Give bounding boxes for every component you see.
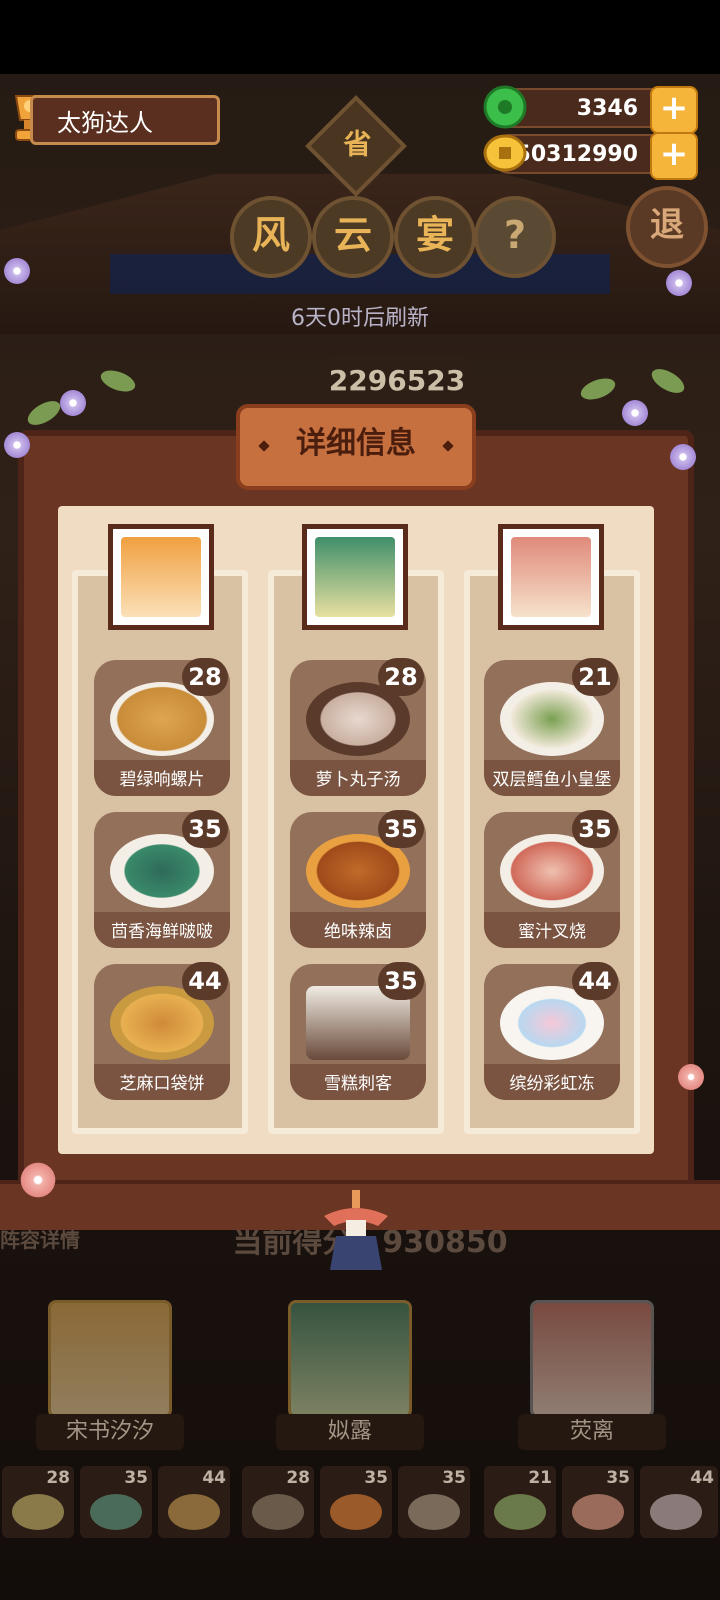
title-char-2: 云	[312, 196, 394, 278]
dish-name: 缤纷彩虹冻	[509, 1074, 595, 1094]
dish-name: 茴香海鲜啵啵	[111, 922, 213, 942]
jade-counter: 3346 +	[483, 85, 698, 134]
dish-card[interactable]: 蜜汁叉烧 35	[484, 810, 620, 948]
dish-slot[interactable]: 35	[562, 1466, 634, 1538]
title-ornament-icon	[258, 440, 270, 452]
dish-thumb-icon	[494, 1494, 546, 1530]
flower-icon	[58, 388, 88, 418]
dish-thumb-icon	[90, 1494, 142, 1530]
jade-icon	[483, 85, 527, 129]
character-card-1[interactable]	[108, 524, 214, 630]
dish-slot[interactable]: 35	[398, 1466, 470, 1538]
dish-level: 35	[378, 810, 424, 848]
slot-level: 28	[46, 1468, 70, 1488]
event-score: 2296523	[322, 356, 472, 406]
hero-portrait-1[interactable]	[48, 1300, 172, 1418]
dish-level: 35	[572, 810, 618, 848]
flower-icon	[668, 442, 698, 472]
coin-icon	[483, 134, 527, 172]
slot-level: 35	[124, 1468, 148, 1488]
dish-card[interactable]: 雪糕刺客 35	[290, 962, 426, 1100]
slot-level: 35	[442, 1468, 466, 1488]
dish-slot[interactable]: 35	[320, 1466, 392, 1538]
title-char-3: 宴	[394, 196, 476, 278]
title-char-1: 风	[230, 196, 312, 278]
slot-level: 28	[286, 1468, 310, 1488]
dish-card[interactable]: 碧绿响螺片 28	[94, 658, 230, 796]
slot-level: 35	[606, 1468, 630, 1488]
flower-icon	[2, 430, 32, 460]
hero-name-3: 荧离	[518, 1414, 666, 1450]
dish-card[interactable]: 缤纷彩虹冻 44	[484, 962, 620, 1100]
dish-card[interactable]: 双层鳕鱼小皇堡 21	[484, 658, 620, 796]
dish-name: 碧绿响螺片	[119, 770, 205, 790]
player-name[interactable]: 太狗达人	[30, 95, 220, 145]
dish-thumb-icon	[168, 1494, 220, 1530]
dish-level: 44	[572, 962, 618, 1000]
tassel-ornament-icon	[324, 1190, 388, 1270]
coin-counter: 50312990 +	[483, 132, 698, 180]
flower-icon	[620, 398, 650, 428]
add-jade-button[interactable]: +	[650, 86, 698, 134]
jade-amount: 3346	[576, 96, 638, 121]
dish-name: 萝卜丸子汤	[315, 770, 401, 790]
flower-icon	[664, 268, 694, 298]
slot-level: 44	[690, 1468, 714, 1488]
dish-thumb-icon	[252, 1494, 304, 1530]
dish-name: 蜜汁叉烧	[518, 922, 586, 942]
character-avatar	[121, 537, 201, 617]
dish-thumb-icon	[330, 1494, 382, 1530]
dish-thumb-icon	[408, 1494, 460, 1530]
hero-portrait-3[interactable]	[530, 1300, 654, 1418]
refresh-timer: 6天0时后刷新	[291, 306, 429, 331]
coin-amount: 50312990	[515, 142, 638, 167]
dish-card[interactable]: 萝卜丸子汤 28	[290, 658, 426, 796]
character-avatar	[511, 537, 591, 617]
hero-name-2: 姒露	[276, 1414, 424, 1450]
blossom-icon	[676, 1062, 706, 1092]
dish-card[interactable]: 茴香海鲜啵啵 35	[94, 810, 230, 948]
slot-level: 44	[202, 1468, 226, 1488]
dish-card[interactable]: 芝麻口袋饼 44	[94, 962, 230, 1100]
dish-level: 21	[572, 658, 618, 696]
back-button[interactable]: 退	[626, 186, 708, 268]
slot-level: 35	[364, 1468, 388, 1488]
dish-card[interactable]: 绝味辣卤 35	[290, 810, 426, 948]
dish-thumb-icon	[12, 1494, 64, 1530]
dish-level: 28	[182, 658, 228, 696]
dish-level: 44	[182, 962, 228, 1000]
dish-slot[interactable]: 21	[484, 1466, 556, 1538]
dish-level: 28	[378, 658, 424, 696]
dish-thumb-icon	[650, 1494, 702, 1530]
blossom-icon	[18, 1160, 58, 1200]
dish-name: 绝味辣卤	[324, 922, 392, 942]
character-card-2[interactable]	[302, 524, 408, 630]
dish-slot[interactable]: 44	[640, 1466, 718, 1538]
dish-slot[interactable]: 28	[2, 1466, 74, 1538]
dish-name: 双层鳕鱼小皇堡	[492, 770, 612, 790]
hero-portrait-2[interactable]	[288, 1300, 412, 1418]
province-label: 省	[343, 127, 372, 161]
flower-icon	[2, 256, 32, 286]
panel-title-text: 详细信息	[296, 426, 416, 461]
add-coins-button[interactable]: +	[650, 132, 698, 180]
dish-name: 雪糕刺客	[324, 1074, 392, 1094]
dish-slot[interactable]: 44	[158, 1466, 230, 1538]
dish-slot[interactable]: 35	[80, 1466, 152, 1538]
title-ornament-icon	[442, 440, 454, 452]
slot-level: 21	[528, 1468, 552, 1488]
panel-title: 详细信息	[236, 404, 476, 490]
dish-level: 35	[378, 962, 424, 1000]
help-button[interactable]: ?	[474, 196, 556, 278]
character-card-3[interactable]	[498, 524, 604, 630]
dish-thumb-icon	[572, 1494, 624, 1530]
dish-name: 芝麻口袋饼	[119, 1074, 205, 1094]
character-avatar	[315, 537, 395, 617]
dish-level: 35	[182, 810, 228, 848]
dish-slot[interactable]: 28	[242, 1466, 314, 1538]
hero-name-1: 宋书汐汐	[36, 1414, 184, 1450]
